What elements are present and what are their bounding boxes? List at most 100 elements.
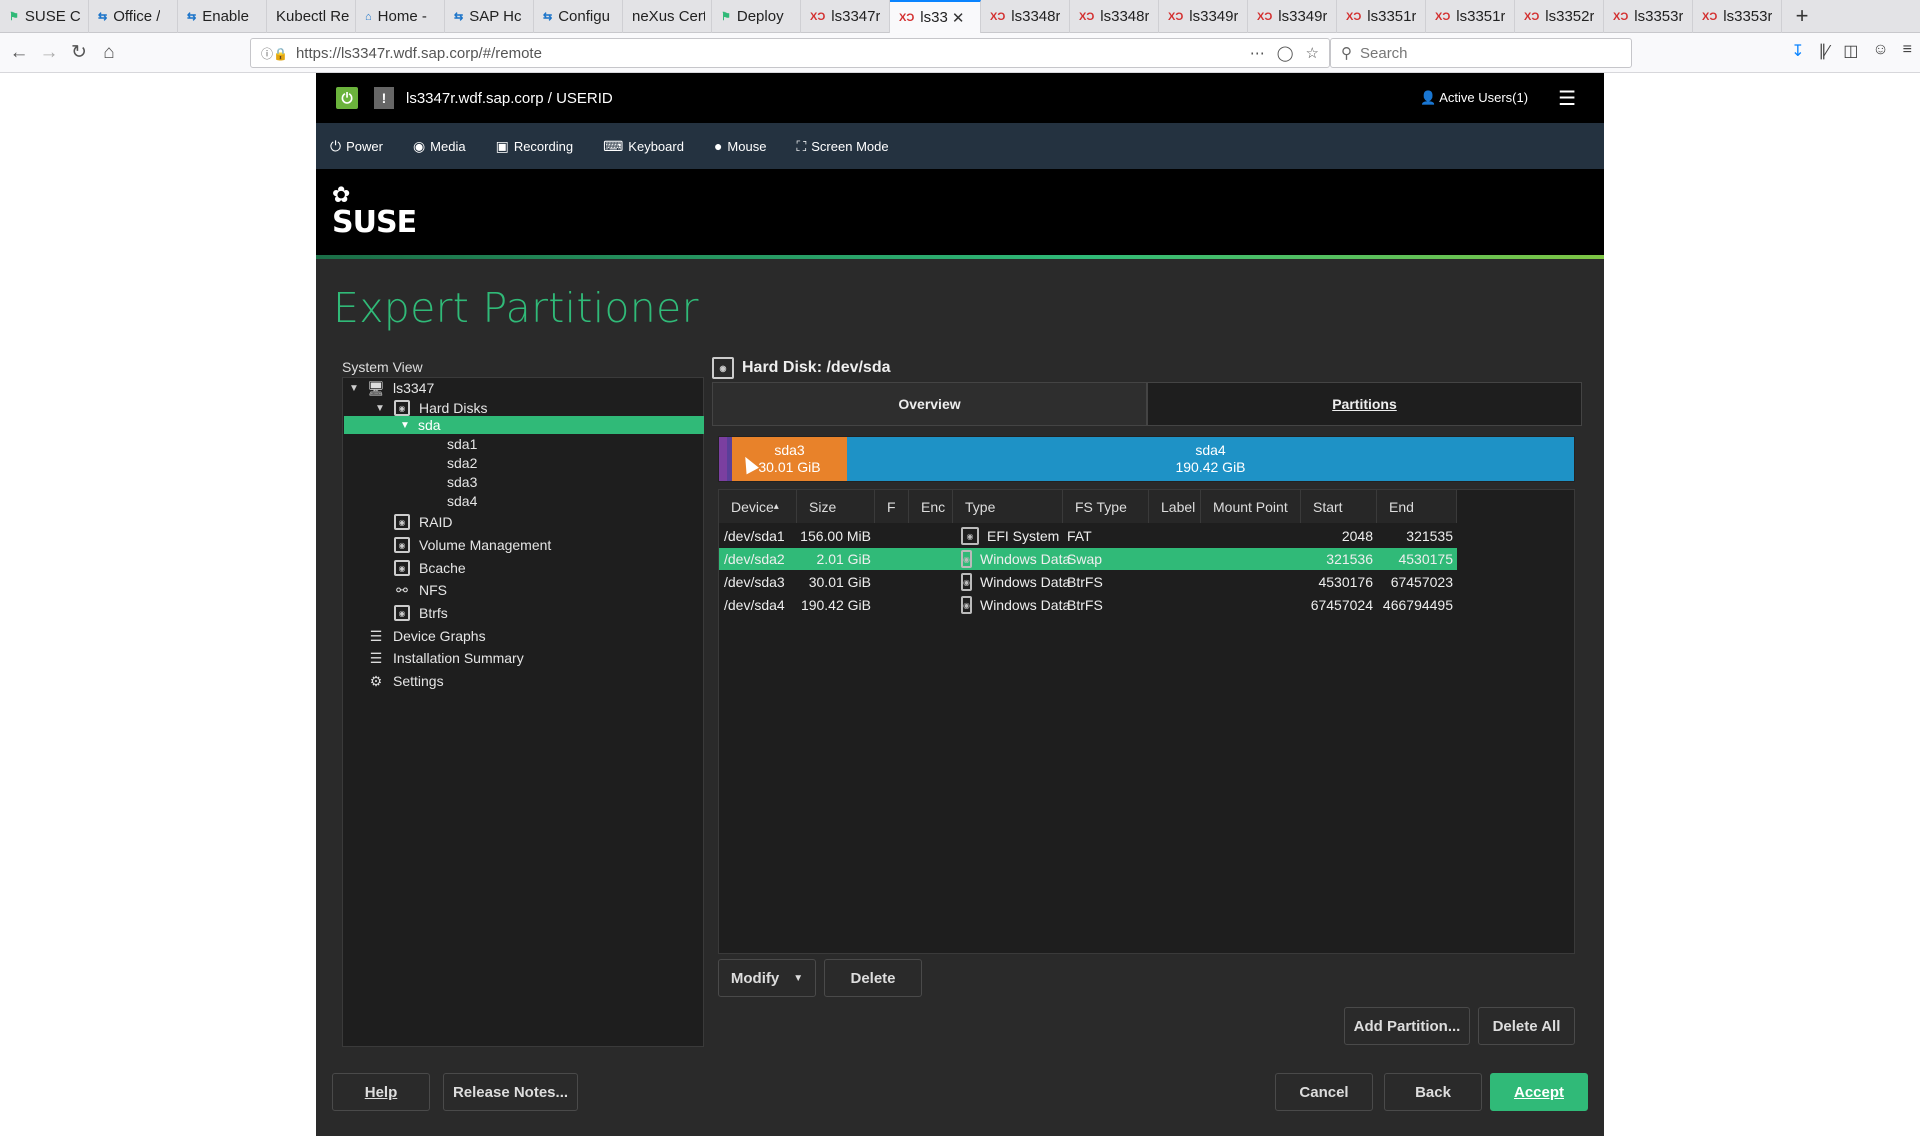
release-notes-button[interactable]: Release Notes... [443, 1073, 578, 1111]
menu-icon[interactable]: ≡ [1903, 41, 1912, 61]
cell-label [1149, 594, 1201, 616]
column-header-fs[interactable]: FS Type [1063, 490, 1149, 523]
tree-item-device-graphs[interactable]: ☰ Device Graphs [367, 626, 486, 646]
home-icon[interactable]: ⌂ [94, 38, 124, 68]
expand-triangle-icon[interactable]: ▼ [347, 383, 361, 394]
sidebar-icon[interactable]: ◫ [1843, 41, 1858, 61]
column-header-label: Mount Point [1213, 498, 1288, 515]
hamburger-menu-icon[interactable]: ☰ [1558, 86, 1576, 111]
tree-item-btrfs[interactable]: ◉ Btrfs [393, 603, 448, 623]
add-partition-button[interactable]: Add Partition... [1344, 1007, 1470, 1045]
tree-item-sda4[interactable]: sda4 [447, 491, 477, 511]
column-header-mount[interactable]: Mount Point [1201, 490, 1301, 523]
forward-arrow-icon[interactable]: → [34, 38, 64, 68]
partitions-table[interactable]: Device ▴ Size F Enc Type FS Type Label Mount Po… [718, 489, 1575, 954]
browser-tab[interactable]: ⇆ Enable [178, 0, 267, 33]
table-row[interactable]: /dev/sda1 156.00 MiB ◉ EFI System FAT 2048 321… [719, 525, 1457, 547]
cancel-button[interactable]: Cancel [1275, 1073, 1373, 1111]
url-bar[interactable]: ⓘ🔒 https://ls3347r.wdf.sap.corp/#/remote… [250, 38, 1330, 68]
column-header-f[interactable]: F [875, 490, 909, 523]
table-row[interactable]: /dev/sda3 30.01 GiB ◉ Windows Data BtrFS 4530… [719, 571, 1457, 593]
browser-tab[interactable]: XƆ ls33 ✕ [890, 0, 981, 33]
browser-tab[interactable]: XƆ ls3347r [801, 0, 890, 33]
browser-tab[interactable]: XƆ ls3351r [1426, 0, 1515, 33]
browser-tab[interactable]: ⇆ Configu [534, 0, 623, 33]
remote-console[interactable]: ⏻ ! ls3347r.wdf.sap.corp / USERID 👤 Acti… [316, 73, 1604, 1136]
browser-tab[interactable]: Kubectl Re [267, 0, 356, 33]
browser-tab[interactable]: XƆ ls3349r [1248, 0, 1337, 33]
account-icon[interactable]: ☺ [1872, 41, 1888, 61]
new-tab-icon[interactable]: + [1782, 0, 1822, 32]
column-header-start[interactable]: Start [1301, 490, 1377, 523]
tab-overview[interactable]: Overview [712, 382, 1147, 426]
browser-tab[interactable]: neXus Cert [623, 0, 712, 33]
screen-mode-menu[interactable]: ⛶ Screen Mode [796, 138, 888, 155]
tree-item-settings[interactable]: ⚙ Settings [367, 671, 444, 691]
system-view-tree[interactable]: ▼ 🖥 ls3347 ▼ ◉ Hard Disks ▼ sda sda1 sda2 sda… [342, 377, 704, 1047]
back-button[interactable]: Back [1384, 1073, 1482, 1111]
browser-tab[interactable]: ⚑ Deploy [712, 0, 801, 33]
expand-triangle-icon[interactable]: ▼ [398, 420, 412, 431]
bookmark-star-icon[interactable]: ☆ [1306, 44, 1319, 62]
active-users[interactable]: 👤 Active Users(1) [1420, 90, 1528, 106]
table-row[interactable]: /dev/sda2 2.01 GiB ◉ Windows Data Swap 321536… [719, 548, 1457, 570]
table-row[interactable]: /dev/sda4 190.42 GiB ◉ Windows Data BtrFS 674… [719, 594, 1457, 616]
column-header-type[interactable]: Type [953, 490, 1063, 523]
browser-tab[interactable]: XƆ ls3348r [1070, 0, 1159, 33]
tree-item-volume-management[interactable]: ◉ Volume Management [393, 535, 551, 555]
delete-button[interactable]: Delete [824, 959, 922, 997]
tree-item-bcache[interactable]: ◉ Bcache [393, 558, 466, 578]
warning-icon[interactable]: ! [374, 87, 394, 109]
accept-button[interactable]: Accept [1490, 1073, 1588, 1111]
partition-bar-sda4[interactable]: sda4 190.42 GiB [847, 437, 1574, 481]
media-menu[interactable]: ◉ Media [413, 138, 466, 155]
browser-tab[interactable]: ⇆ SAP Hc [445, 0, 534, 33]
library-icon[interactable]: ∥∕ [1819, 41, 1830, 61]
tree-item-nfs[interactable]: ⚯ NFS [393, 580, 447, 600]
column-header-size[interactable]: Size [797, 490, 875, 523]
tree-item-root[interactable]: ▼ 🖥 ls3347 [347, 378, 434, 398]
browser-tab[interactable]: XƆ ls3352r [1515, 0, 1604, 33]
delete-all-button[interactable]: Delete All [1478, 1007, 1575, 1045]
tab-partitions[interactable]: Partitions [1147, 382, 1582, 426]
column-header-enc[interactable]: Enc [909, 490, 953, 523]
browser-tab[interactable]: ⚑ SUSE C [0, 0, 89, 33]
bcache-icon: ◉ [393, 559, 411, 577]
back-arrow-icon[interactable]: ← [4, 38, 34, 68]
browser-tab[interactable]: XƆ ls3353r [1693, 0, 1782, 33]
browser-tab[interactable]: ⇆ Office / [89, 0, 178, 33]
tree-item-installation-summary[interactable]: ☰ Installation Summary [367, 648, 524, 668]
tree-item-sda3[interactable]: sda3 [447, 472, 477, 492]
cell-enc [909, 571, 953, 593]
browser-tab[interactable]: XƆ ls3349r [1159, 0, 1248, 33]
close-tab-icon[interactable]: ✕ [952, 9, 965, 27]
yast-installer[interactable]: ✿ SUSE Expert Partitioner System View ▼ 🖥… [316, 169, 1604, 1136]
help-button[interactable]: Help [332, 1073, 430, 1111]
pocket-icon[interactable]: ◯ [1277, 44, 1294, 62]
power-menu[interactable]: ⏻ Power [330, 138, 383, 155]
modify-button[interactable]: Modify ▼ [718, 959, 816, 997]
column-header-end[interactable]: End [1377, 490, 1457, 523]
info-lock-icon[interactable]: ⓘ🔒 [261, 45, 288, 62]
browser-tab[interactable]: XƆ ls3353r [1604, 0, 1693, 33]
browser-tab[interactable]: ⌂ Home - [356, 0, 445, 33]
search-box[interactable]: ⚲ Search [1330, 38, 1632, 68]
browser-tab[interactable]: XƆ ls3348r [981, 0, 1070, 33]
tree-item-sda[interactable]: ▼ sda [398, 415, 441, 435]
expand-triangle-icon[interactable]: ▼ [373, 403, 387, 414]
reload-icon[interactable]: ↻ [64, 38, 94, 68]
browser-tab[interactable]: XƆ ls3351r [1337, 0, 1426, 33]
recording-menu[interactable]: ▣ Recording [496, 138, 574, 155]
tree-item-sda1[interactable]: sda1 [447, 434, 477, 454]
page-actions-icon[interactable]: ⋯ [1250, 44, 1265, 62]
power-status-icon[interactable]: ⏻ [336, 87, 358, 109]
keyboard-menu[interactable]: ⌨ Keyboard [603, 138, 684, 155]
mouse-menu[interactable]: ● Mouse [714, 138, 767, 154]
column-header-device[interactable]: Device ▴ [719, 490, 797, 523]
download-icon[interactable]: ↧ [1791, 41, 1804, 61]
cell-size-text: 2.01 GiB [816, 551, 871, 567]
sap-icon: ⇆ [98, 11, 108, 23]
tree-item-raid[interactable]: ◉ RAID [393, 512, 452, 532]
column-header-label[interactable]: Label [1149, 490, 1201, 523]
tree-item-sda2[interactable]: sda2 [447, 453, 477, 473]
